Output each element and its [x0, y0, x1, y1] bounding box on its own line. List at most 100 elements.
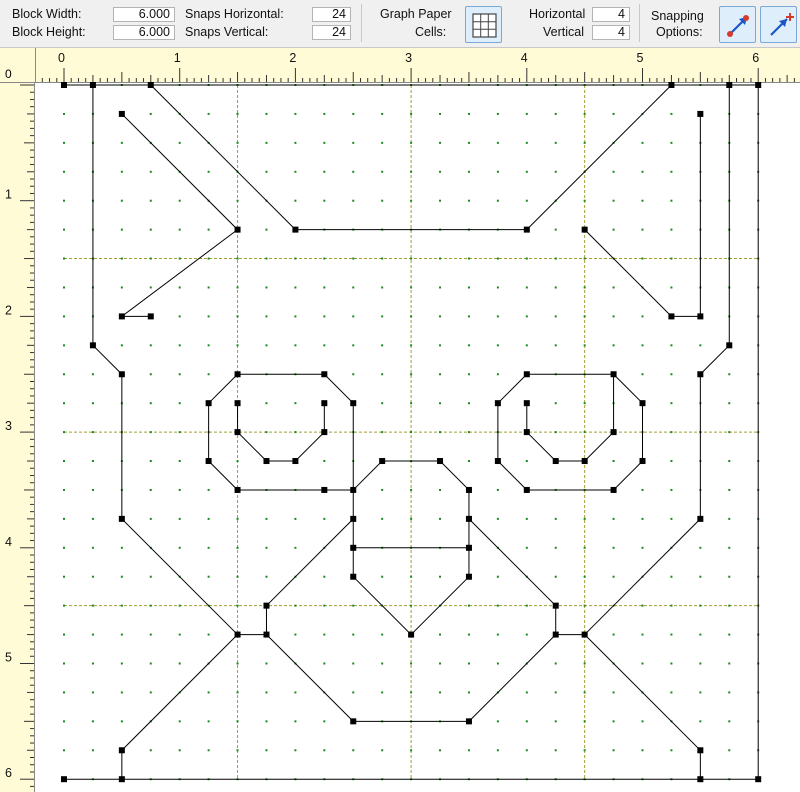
cells-vertical-field[interactable]: 4	[592, 25, 630, 40]
cells-horizontal-field[interactable]: 4	[592, 7, 630, 22]
snaps-vertical-field[interactable]: 24	[312, 25, 351, 40]
snap-dot	[294, 691, 297, 694]
node-handle[interactable]	[321, 400, 328, 407]
node-handle[interactable]	[118, 747, 125, 754]
node-handle[interactable]	[523, 400, 530, 407]
node-handle[interactable]	[205, 458, 212, 465]
node-handle[interactable]	[697, 747, 704, 754]
block-height-field[interactable]: 6.000	[113, 25, 175, 40]
node-handle[interactable]	[263, 602, 270, 609]
snap-dot	[149, 402, 152, 405]
node-handle[interactable]	[118, 110, 125, 117]
node-handle[interactable]	[465, 486, 472, 493]
node-handle[interactable]	[350, 544, 357, 551]
snap-dot	[554, 170, 557, 173]
node-handle[interactable]	[205, 400, 212, 407]
node-handle[interactable]	[147, 82, 154, 88]
node-handle[interactable]	[581, 631, 588, 638]
node-handle[interactable]	[552, 602, 559, 609]
node-handle[interactable]	[118, 776, 125, 783]
node-handle[interactable]	[234, 429, 241, 436]
node-handle[interactable]	[234, 486, 241, 493]
node-handle[interactable]	[697, 515, 704, 522]
node-handle[interactable]	[118, 313, 125, 320]
snap-dot	[120, 141, 123, 144]
node-handle[interactable]	[697, 776, 704, 783]
node-handle[interactable]	[147, 313, 154, 320]
node-handle[interactable]	[465, 573, 472, 580]
node-handle[interactable]	[465, 544, 472, 551]
node-handle[interactable]	[234, 631, 241, 638]
node-handle[interactable]	[234, 226, 241, 233]
block-width-field[interactable]: 6.000	[113, 7, 175, 22]
node-handle[interactable]	[581, 226, 588, 233]
node-handle[interactable]	[234, 400, 241, 407]
node-handle[interactable]	[755, 82, 762, 88]
snap-dot	[439, 315, 442, 318]
node-handle[interactable]	[610, 371, 617, 378]
snap-dot	[265, 228, 268, 231]
node-handle[interactable]	[263, 458, 270, 465]
node-handle[interactable]	[552, 631, 559, 638]
node-handle[interactable]	[639, 458, 646, 465]
node-handle[interactable]	[697, 110, 704, 117]
snap-dot	[381, 373, 384, 376]
snaps-horizontal-field[interactable]: 24	[312, 7, 351, 22]
node-handle[interactable]	[321, 486, 328, 493]
node-handle[interactable]	[292, 458, 299, 465]
node-handle[interactable]	[523, 226, 530, 233]
node-handle[interactable]	[292, 226, 299, 233]
node-handle[interactable]	[350, 400, 357, 407]
snap-dot	[323, 199, 326, 202]
node-handle[interactable]	[350, 515, 357, 522]
snap-dot	[120, 257, 123, 260]
snap-dot	[641, 141, 644, 144]
snap-dot	[149, 373, 152, 376]
node-handle[interactable]	[118, 371, 125, 378]
node-handle[interactable]	[494, 458, 501, 465]
node-handle[interactable]	[697, 313, 704, 320]
node-handle[interactable]	[61, 82, 67, 88]
node-handle[interactable]	[552, 458, 559, 465]
snap-dot	[554, 141, 557, 144]
snap-dot	[120, 199, 123, 202]
node-handle[interactable]	[494, 400, 501, 407]
node-handle[interactable]	[118, 515, 125, 522]
node-handle[interactable]	[639, 400, 646, 407]
node-handle[interactable]	[379, 458, 386, 465]
node-handle[interactable]	[610, 429, 617, 436]
node-handle[interactable]	[350, 486, 357, 493]
node-handle[interactable]	[523, 429, 530, 436]
node-handle[interactable]	[668, 313, 675, 320]
node-handle[interactable]	[350, 573, 357, 580]
node-handle[interactable]	[465, 718, 472, 725]
block-canvas[interactable]	[35, 82, 800, 792]
node-handle[interactable]	[581, 458, 588, 465]
node-handle[interactable]	[610, 486, 617, 493]
node-handle[interactable]	[408, 631, 415, 638]
node-handle[interactable]	[755, 776, 762, 783]
node-handle[interactable]	[523, 486, 530, 493]
snap-dot	[496, 199, 499, 202]
snap-to-node-button[interactable]	[719, 6, 756, 43]
node-handle[interactable]	[234, 371, 241, 378]
node-handle[interactable]	[61, 776, 67, 783]
snap-dot	[207, 112, 210, 115]
node-handle[interactable]	[726, 82, 733, 88]
node-handle[interactable]	[321, 429, 328, 436]
node-handle[interactable]	[89, 342, 96, 349]
node-handle[interactable]	[89, 82, 96, 88]
node-handle[interactable]	[697, 371, 704, 378]
node-handle[interactable]	[465, 515, 472, 522]
node-handle[interactable]	[523, 371, 530, 378]
block-line	[584, 113, 701, 317]
graph-paper-button[interactable]	[465, 6, 502, 43]
node-handle[interactable]	[726, 342, 733, 349]
node-handle[interactable]	[263, 631, 270, 638]
node-handle[interactable]	[350, 718, 357, 725]
snap-dot	[178, 633, 181, 636]
node-handle[interactable]	[668, 82, 675, 88]
snap-to-grid-button[interactable]	[760, 6, 797, 43]
node-handle[interactable]	[321, 371, 328, 378]
node-handle[interactable]	[437, 458, 444, 465]
